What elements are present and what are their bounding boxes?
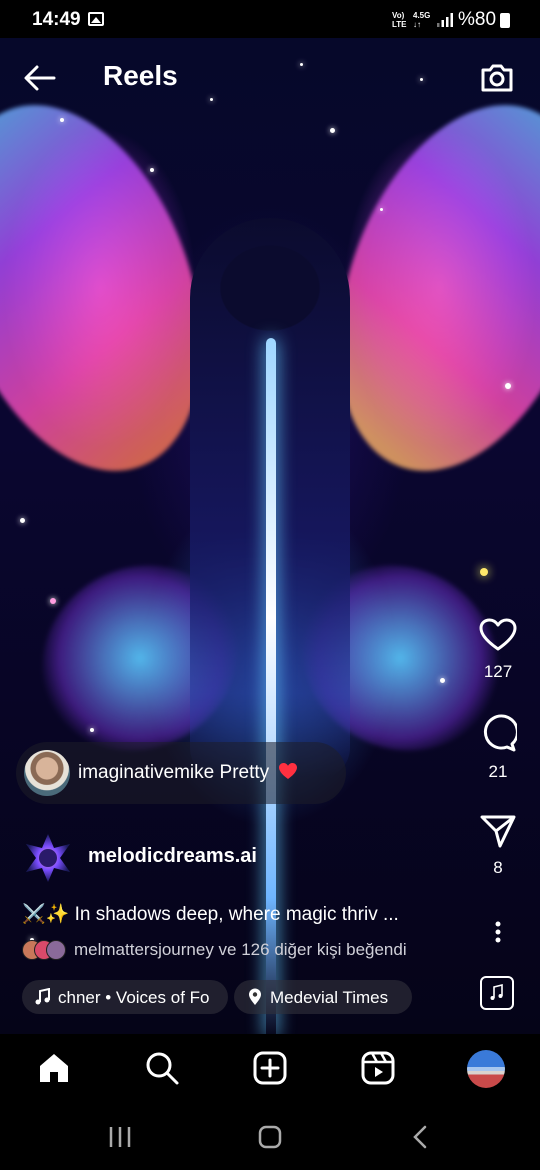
send-icon[interactable] bbox=[480, 814, 516, 848]
star bbox=[150, 168, 154, 172]
star bbox=[300, 63, 303, 66]
like-action[interactable]: 127 bbox=[470, 618, 526, 682]
comment-user: imaginativemike bbox=[78, 762, 215, 783]
music-chip-label: chner • Voices of Fo bbox=[58, 988, 210, 1007]
bottom-nav bbox=[0, 1034, 540, 1104]
network-label: Vo) LTE bbox=[392, 11, 407, 29]
search-icon[interactable] bbox=[144, 1050, 180, 1086]
commenter-avatar[interactable] bbox=[24, 750, 70, 796]
network-type: 4.5G ↓↑ bbox=[413, 11, 431, 29]
location-chip[interactable]: Medevial Times bbox=[234, 980, 412, 1014]
star bbox=[210, 98, 213, 101]
battery-percent: %80 bbox=[458, 9, 497, 30]
share-count: 8 bbox=[493, 858, 503, 877]
star bbox=[440, 678, 445, 683]
caption[interactable]: ⚔️✨ In shadows deep, where magic thriv .… bbox=[22, 902, 399, 926]
more-action[interactable] bbox=[470, 920, 526, 944]
star bbox=[420, 78, 423, 81]
star bbox=[330, 128, 335, 133]
camera-icon[interactable] bbox=[478, 58, 516, 96]
avatar bbox=[46, 940, 66, 960]
star bbox=[380, 208, 383, 211]
liked-by-text[interactable]: melmattersjourney ve 126 diğer kişi beğe… bbox=[74, 940, 407, 960]
star bbox=[505, 383, 511, 389]
battery-icon bbox=[500, 13, 510, 28]
status-bar: 14:49 Vo) LTE 4.5G ↓↑ %80 bbox=[0, 0, 540, 38]
comment-preview[interactable]: imaginativemike Pretty bbox=[16, 742, 346, 804]
back-button-icon[interactable] bbox=[405, 1124, 435, 1150]
sword-art bbox=[266, 338, 276, 1034]
home-icon[interactable] bbox=[36, 1050, 72, 1086]
reels-icon[interactable] bbox=[360, 1050, 396, 1086]
star bbox=[20, 518, 25, 523]
star bbox=[50, 598, 56, 604]
owner-avatar[interactable] bbox=[22, 832, 74, 884]
gallery-icon bbox=[88, 12, 104, 26]
recent-apps-icon[interactable] bbox=[105, 1124, 135, 1150]
system-navigation-bar bbox=[0, 1104, 540, 1170]
status-time: 14:49 bbox=[32, 9, 81, 30]
more-icon[interactable] bbox=[494, 920, 502, 944]
red-heart-icon bbox=[279, 763, 298, 779]
star bbox=[90, 728, 94, 732]
share-action[interactable]: 8 bbox=[470, 814, 526, 878]
comment-preview-text: imaginativemike Pretty bbox=[78, 762, 298, 784]
comment-body: Pretty bbox=[219, 762, 270, 783]
comment-icon[interactable] bbox=[479, 714, 517, 752]
music-note-icon bbox=[35, 988, 50, 1005]
music-note-icon bbox=[490, 983, 503, 1000]
heart-icon[interactable] bbox=[479, 618, 517, 652]
page-title: Reels bbox=[103, 60, 178, 91]
back-arrow-icon[interactable] bbox=[22, 60, 58, 96]
liked-by-avatars[interactable] bbox=[22, 940, 68, 960]
location-pin-icon bbox=[249, 988, 261, 1005]
location-chip-label: Medevial Times bbox=[270, 988, 389, 1007]
music-chip[interactable]: chner • Voices of Fo bbox=[22, 980, 228, 1014]
reel-video[interactable] bbox=[0, 38, 540, 1034]
comment-count: 21 bbox=[488, 762, 508, 781]
comment-action[interactable]: 21 bbox=[470, 714, 526, 782]
star bbox=[480, 568, 488, 576]
signal-icon bbox=[437, 13, 453, 27]
profile-avatar[interactable] bbox=[467, 1050, 505, 1088]
create-icon[interactable] bbox=[252, 1050, 288, 1086]
home-button-icon[interactable] bbox=[255, 1124, 285, 1150]
star bbox=[60, 118, 64, 122]
audio-icon[interactable] bbox=[480, 976, 514, 1010]
like-count: 127 bbox=[483, 662, 513, 681]
owner-username[interactable]: melodicdreams.ai bbox=[88, 845, 257, 868]
